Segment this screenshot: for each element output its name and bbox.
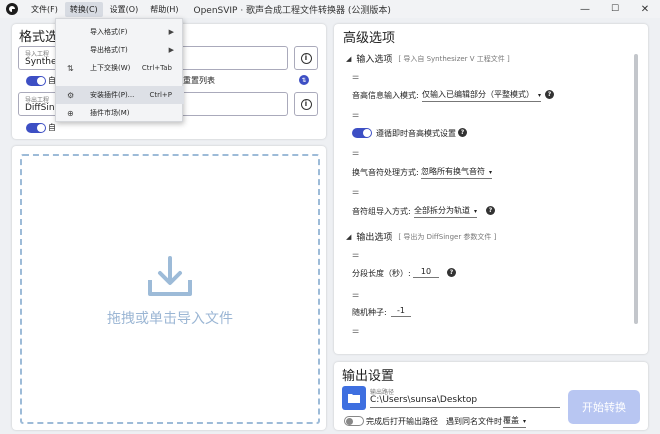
menu-item-import-format[interactable]: 导入格式(F) ▶ — [56, 23, 184, 41]
collapse-caret-icon: ◢ — [346, 232, 352, 241]
convert-menu: 导入格式(F) ▶ 导出格式(T) ▶ ⇅ 上下交换(W) Ctrl+Tab ⚙… — [55, 18, 184, 122]
file-dropzone[interactable]: 拖拽或单击导入文件 — [20, 154, 320, 424]
breath-mode-value: 忽略所有换气音符 — [421, 167, 485, 176]
help-icon[interactable]: ? — [458, 128, 467, 137]
pitch-mode-label: 音高信息输入模式: — [352, 91, 419, 100]
auto-toggle-1[interactable] — [26, 76, 46, 86]
parameter-icon: ⚌ — [352, 187, 360, 196]
menu-item-label: 导入格式(F) — [90, 28, 128, 36]
open-after-toggle[interactable] — [344, 416, 364, 426]
info-icon: i — [300, 52, 312, 64]
menu-item-label: 插件市场(M) — [90, 109, 130, 117]
import-format-value: Synthe — [25, 57, 57, 67]
submenu-arrow-icon: ▶ — [168, 28, 174, 36]
parameter-icon: ⚌ — [352, 250, 360, 259]
download-icon — [148, 256, 192, 296]
import-info-button[interactable]: i — [294, 46, 318, 70]
window-title: OpenSVIP · 歌声合成工程文件转换器 (公测版本) — [193, 5, 391, 16]
output-settings-title: 输出设置 — [342, 369, 395, 384]
menu-convert[interactable]: 转换(C) — [64, 1, 103, 17]
close-button[interactable]: ✕ — [630, 0, 660, 18]
title-bar: 文件(F) 转换(C) 设置(O) 帮助(H) OpenSVIP · 歌声合成工… — [0, 0, 660, 18]
input-options-header[interactable]: ◢ 输入选项 [ 导入自 Synthesizer V 工程文件 ] — [346, 52, 510, 66]
menu-item-export-format[interactable]: 导出格式(T) ▶ — [56, 41, 184, 59]
output-options-header[interactable]: ◢ 输出选项 [ 导出为 DiffSinger 参数文件 ] — [346, 230, 497, 244]
segment-length-label: 分段长度（秒）: — [352, 269, 411, 278]
input-options-title: 输入选项 — [356, 55, 393, 65]
breath-mode-label: 换气音符处理方式: — [352, 168, 419, 177]
folder-icon — [348, 394, 360, 403]
conflict-select[interactable]: 覆盖 ▾ — [503, 415, 527, 428]
parameter-icon: ⚌ — [352, 290, 360, 299]
output-options-title: 输出选项 — [356, 233, 393, 243]
parameter-icon: ⚌ — [352, 110, 360, 119]
choose-folder-button[interactable] — [342, 386, 366, 410]
menu-item-label: 导出格式(T) — [90, 46, 128, 54]
pitch-mode-value: 仅输入已编辑部分（平整模式） — [422, 90, 534, 99]
breath-mode-select[interactable]: 忽略所有换气音符 ▾ — [421, 166, 493, 179]
menu-item-install-plugin[interactable]: ⚙ 安装插件(P)... Ctrl+P — [56, 86, 184, 104]
pitch-mode-select[interactable]: 仅输入已编辑部分（平整模式） ▾ — [422, 89, 542, 102]
menu-item-swap[interactable]: ⇅ 上下交换(W) Ctrl+Tab — [56, 59, 184, 77]
chevron-down-icon: ▾ — [489, 169, 493, 176]
auto-label-2: 自 — [48, 123, 56, 132]
advanced-card: 高级选项 — [334, 24, 648, 354]
plugin-icon: ⚙ — [67, 90, 75, 100]
advanced-scrollbar[interactable] — [634, 54, 638, 324]
dropzone-text: 拖拽或单击导入文件 — [107, 311, 233, 327]
maximize-button[interactable]: ☐ — [600, 0, 630, 18]
menu-settings[interactable]: 设置(O) — [105, 2, 144, 17]
advanced-title: 高级选项 — [343, 31, 396, 46]
note-group-select[interactable]: 全部拆分为轨道 ▾ — [414, 205, 478, 218]
market-icon: ⊕ — [67, 108, 74, 118]
menu-item-label: 上下交换(W) — [90, 64, 131, 72]
minimize-button[interactable]: — — [570, 0, 600, 18]
export-info-button[interactable]: i — [294, 92, 318, 116]
conflict-label: 遇到同名文件时 — [446, 417, 502, 426]
chevron-down-icon: ▾ — [523, 418, 527, 425]
menu-item-label: 安装插件(P)... — [90, 91, 135, 99]
shortcut-label: Ctrl+P — [149, 91, 172, 99]
instant-pitch-toggle[interactable] — [352, 128, 372, 138]
info-icon: i — [300, 98, 312, 110]
input-options-subtitle: [ 导入自 Synthesizer V 工程文件 ] — [398, 54, 510, 63]
menu-help[interactable]: 帮助(H) — [145, 2, 183, 17]
submenu-arrow-icon: ▶ — [168, 46, 174, 54]
menu-file[interactable]: 文件(F) — [26, 2, 63, 17]
random-seed-label: 随机种子: — [352, 308, 387, 317]
conflict-value: 覆盖 — [503, 416, 519, 425]
parameter-icon: ⚌ — [352, 326, 360, 335]
format-card-title: 格式选 — [19, 30, 59, 45]
shortcut-label: Ctrl+Tab — [141, 64, 172, 72]
chevron-down-icon: ▾ — [538, 92, 542, 99]
parameter-icon: ⚌ — [352, 148, 360, 157]
help-icon[interactable]: ? — [486, 206, 495, 215]
note-group-value: 全部拆分为轨道 — [414, 206, 470, 215]
help-icon[interactable]: ? — [545, 90, 554, 99]
output-options-subtitle: [ 导出为 DiffSinger 参数文件 ] — [398, 232, 497, 241]
swap-icon: ⇅ — [67, 63, 74, 73]
start-convert-button[interactable]: 开始转换 — [568, 390, 640, 424]
auto-toggle-2[interactable] — [26, 123, 46, 133]
reset-list-label[interactable]: 重置列表 — [183, 75, 215, 86]
random-seed-input[interactable]: -1 — [391, 306, 411, 317]
segment-length-input[interactable]: 10 — [413, 267, 439, 278]
swap-icon[interactable]: ⇅ — [299, 75, 309, 85]
menu-item-plugin-market[interactable]: ⊕ 插件市场(M) — [56, 104, 184, 122]
chevron-down-icon: ▾ — [474, 208, 478, 215]
collapse-caret-icon: ◢ — [346, 54, 352, 63]
instant-pitch-label: 遵循即时音高模式设置 — [376, 129, 456, 138]
output-path-input[interactable]: C:\Users\sunsa\Desktop — [370, 395, 560, 408]
parameter-icon: ⚌ — [352, 72, 360, 81]
note-group-label: 音符组导入方式: — [352, 207, 411, 216]
help-icon[interactable]: ? — [447, 268, 456, 277]
open-after-label: 完成后打开输出路径 — [366, 417, 438, 426]
app-logo-icon — [6, 3, 18, 15]
